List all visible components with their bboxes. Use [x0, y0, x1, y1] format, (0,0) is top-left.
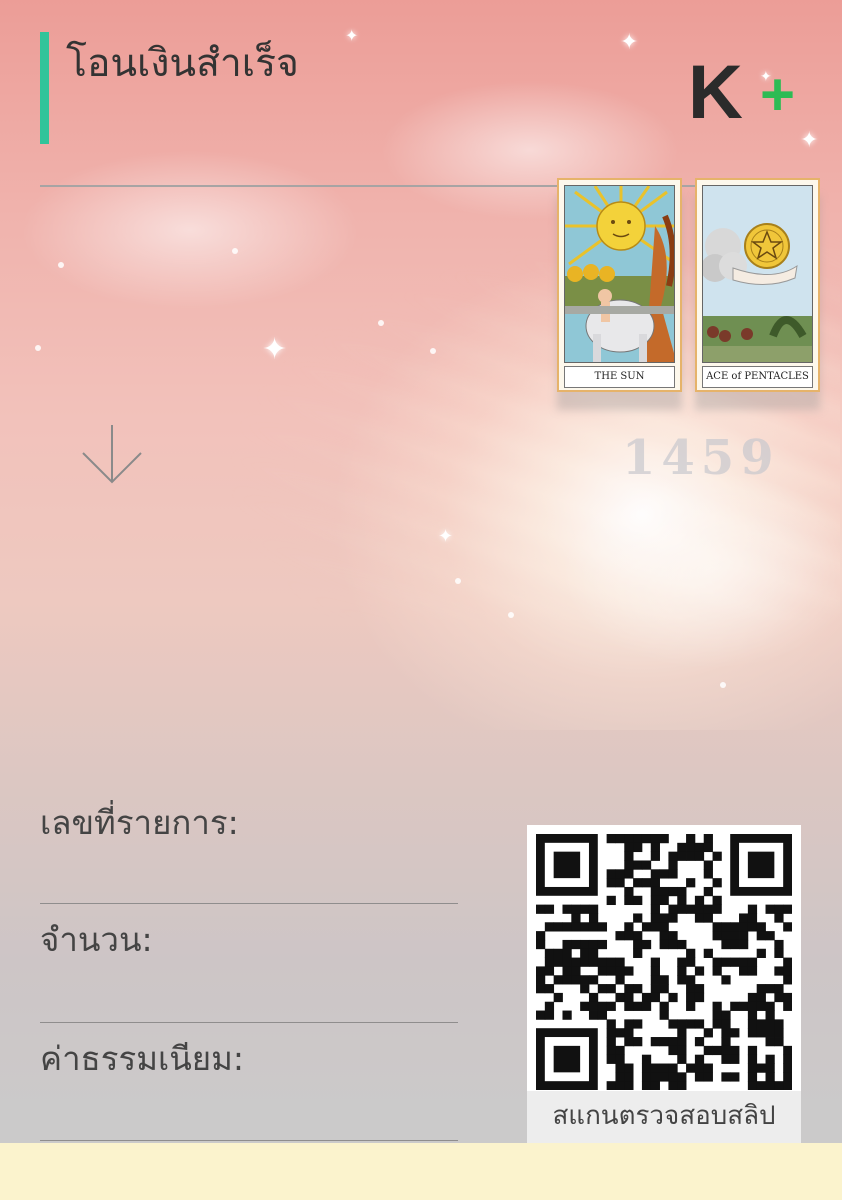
card-caption: THE SUN: [564, 366, 675, 388]
sparkle-dot: [378, 320, 384, 326]
arrow-down-icon: [82, 425, 142, 484]
kplus-logo: K +: [688, 50, 803, 135]
header-divider: [40, 185, 800, 187]
fee-label: ค่าธรรมเนียม:: [40, 1039, 244, 1078]
sparkle-icon: ✦: [262, 332, 288, 367]
logo-plus: +: [760, 61, 796, 128]
field-divider: [40, 903, 458, 904]
sparkle-icon: ✦: [345, 26, 359, 45]
field-divider: [40, 1022, 458, 1023]
sparkle-icon: ✦: [620, 30, 639, 55]
sparkle-icon: ✦: [800, 128, 819, 153]
field-divider: [40, 1140, 458, 1141]
qr-code-icon[interactable]: [536, 834, 792, 1090]
sparkle-dot: [455, 578, 461, 584]
lucky-number: 1459: [622, 430, 780, 486]
title-accent-bar: [40, 32, 49, 144]
sparkle-dot: [720, 682, 726, 688]
sparkle-dot: [232, 248, 238, 254]
qr-scan-caption: สแกนตรวจสอบสลิป: [527, 1091, 801, 1143]
footer-band: [0, 1143, 842, 1200]
background-cloud: [20, 150, 360, 310]
logo-letter: K: [688, 50, 743, 135]
background-cloud: [560, 470, 842, 670]
page-title: โอนเงินสำเร็จ: [66, 41, 299, 86]
sparkle-dot: [508, 612, 514, 618]
sparkle-icon: ✦: [438, 526, 454, 547]
amount-label: จำนวน:: [40, 920, 153, 959]
sparkle-dot: [35, 345, 41, 351]
qr-verify-box[interactable]: สแกนตรวจสอบสลิป: [527, 825, 801, 1143]
tarot-card-the-sun: THE SUN: [557, 178, 682, 392]
card-caption: ACE of PENTACLES: [702, 366, 813, 388]
sparkle-dot: [430, 348, 436, 354]
transaction-number-label: เลขที่รายการ:: [40, 803, 239, 842]
the-sun-card-image: [564, 185, 675, 363]
sparkle-dot: [58, 262, 64, 268]
tarot-card-ace-of-pentacles: ACE of PENTACLES: [695, 178, 820, 392]
ace-of-pentacles-card-image: [702, 185, 813, 363]
